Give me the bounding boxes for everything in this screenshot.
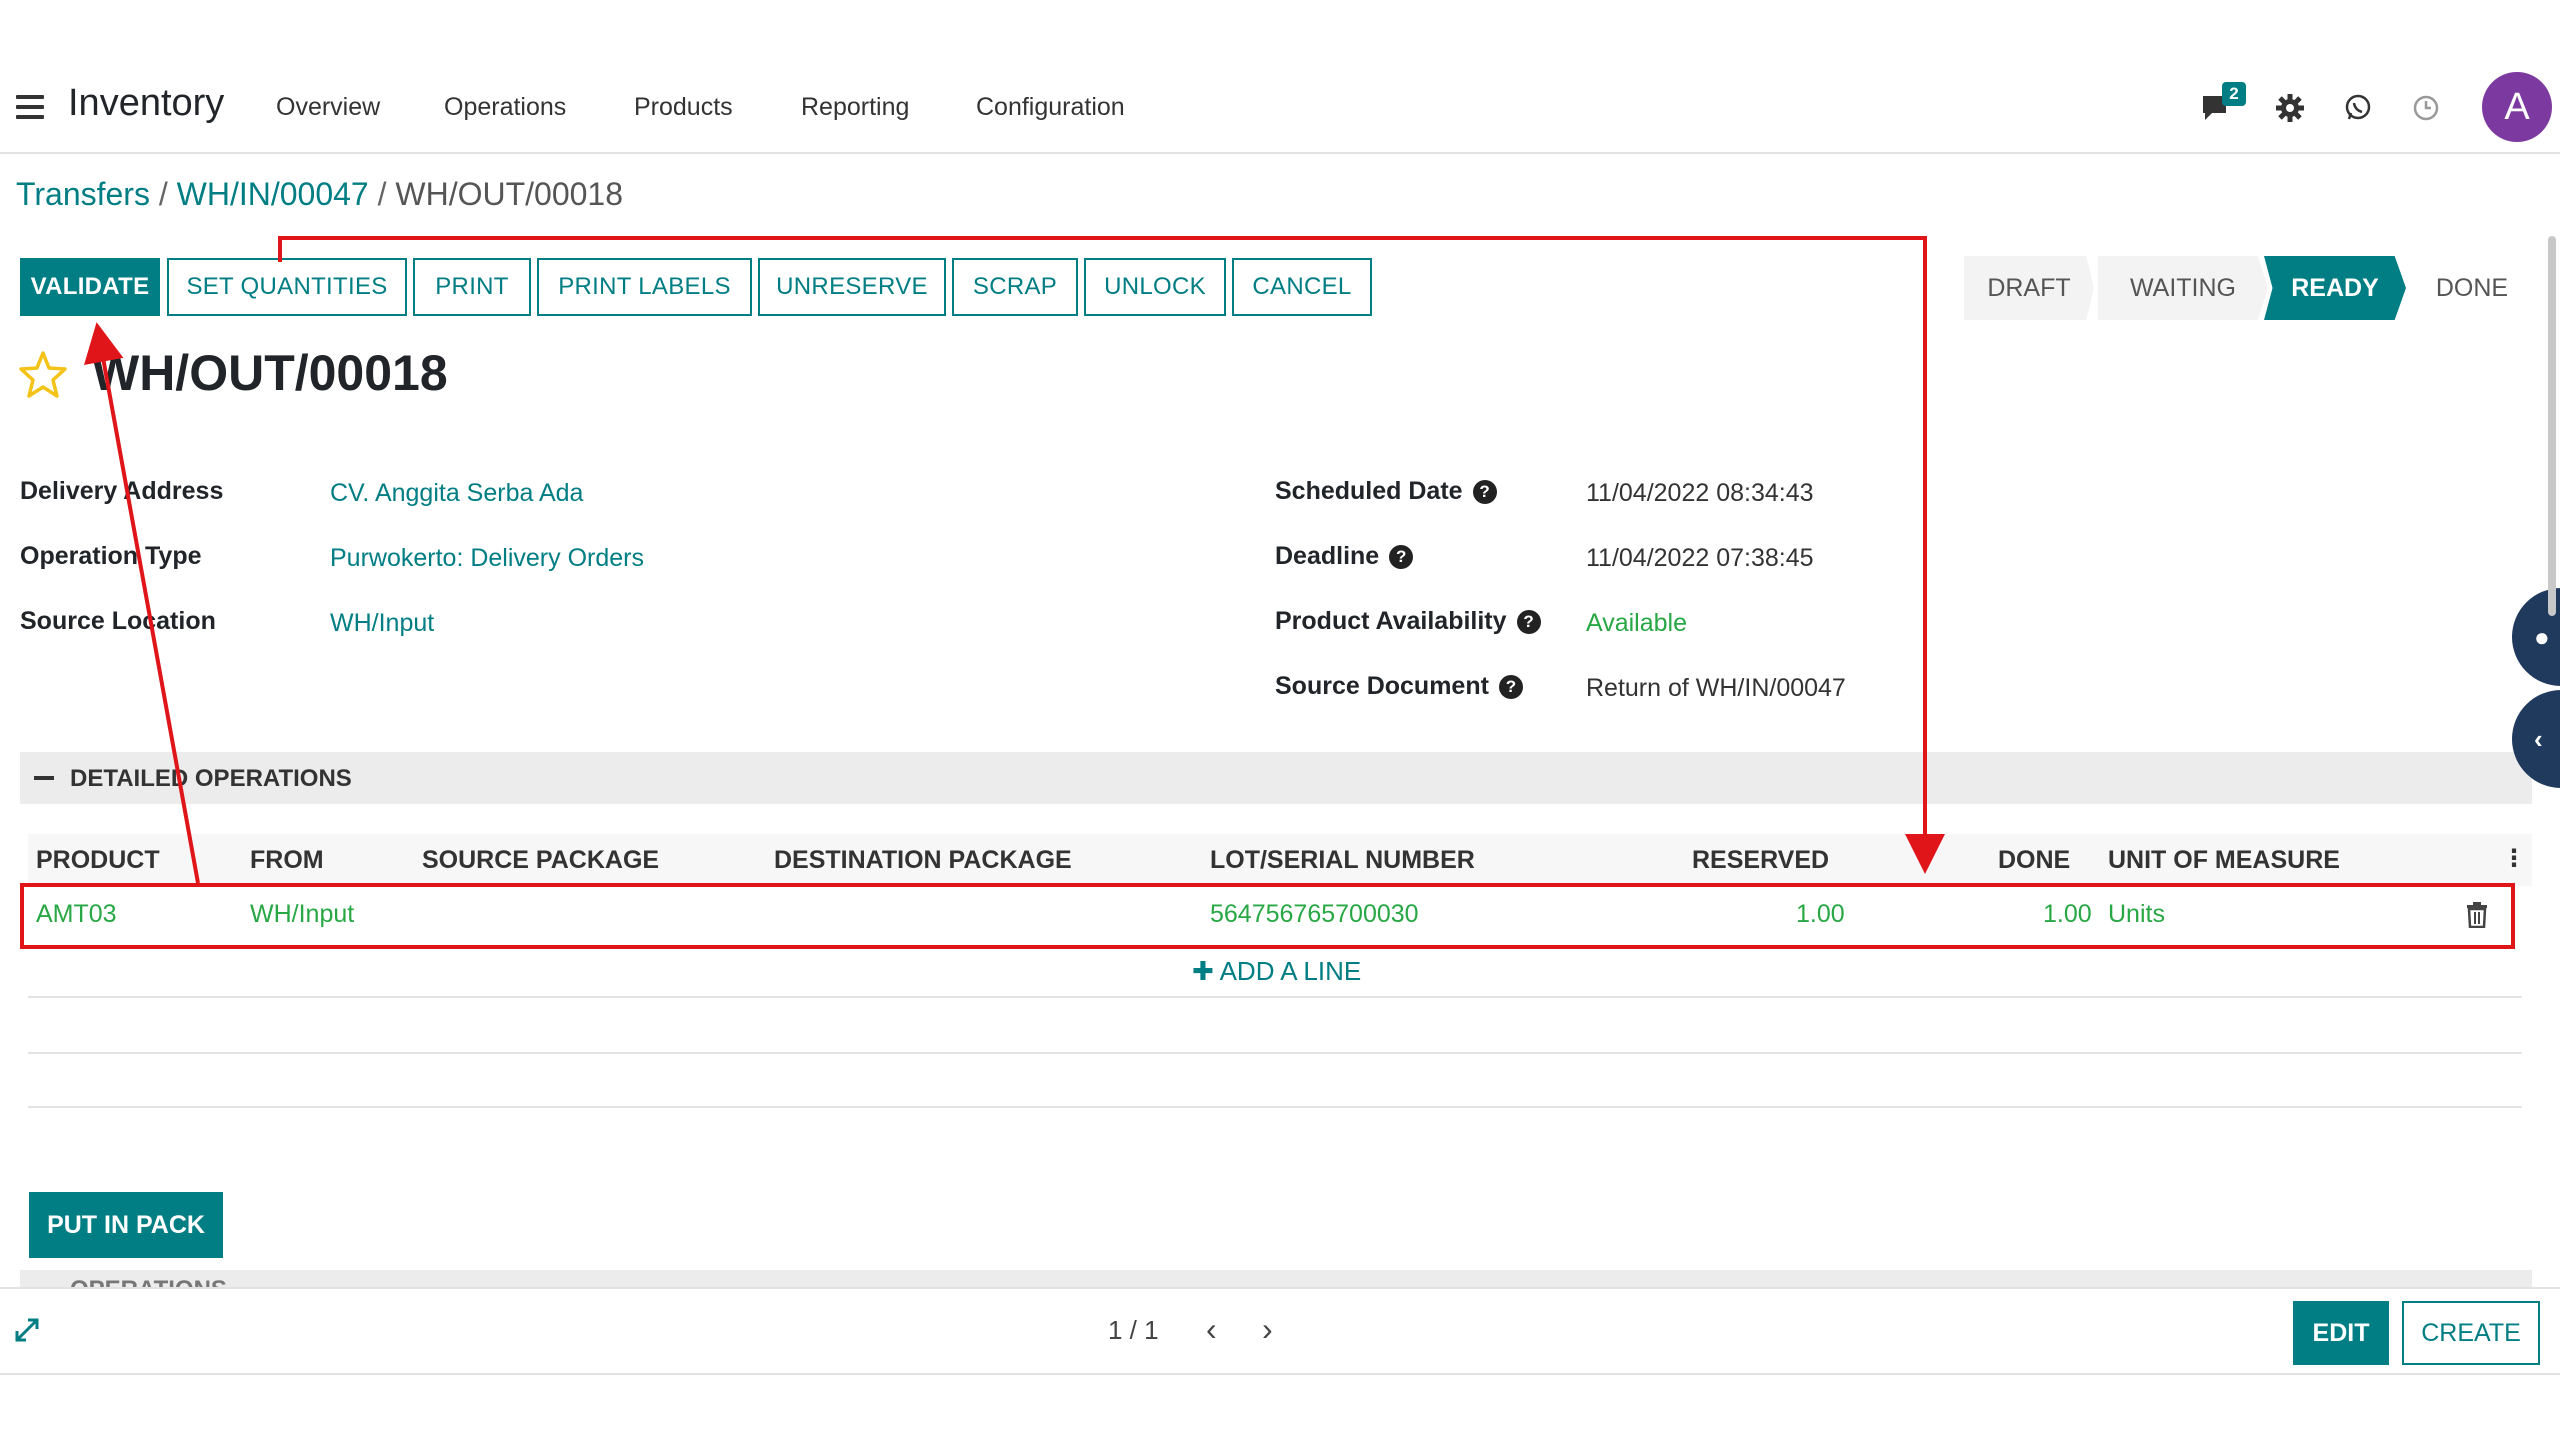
scrollbar[interactable] xyxy=(2548,236,2556,616)
question-circle-icon[interactable]: ? xyxy=(1472,480,1497,504)
kebab-icon[interactable]: ⋮ xyxy=(2502,844,2526,873)
deadline-label: Deadline? xyxy=(1275,542,1414,571)
add-line-label: ADD A LINE xyxy=(1219,956,1362,986)
scheduled-date-label-text: Scheduled Date xyxy=(1275,477,1463,505)
messages-badge: 2 xyxy=(2222,82,2246,106)
detailed-operations-section[interactable]: DETAILED OPERATIONS xyxy=(20,752,2532,804)
chevron-right-icon[interactable]: › xyxy=(1262,1311,1273,1348)
star-icon[interactable] xyxy=(18,350,68,400)
col-unit-of-measure[interactable]: UNIT OF MEASURE xyxy=(2108,846,2340,875)
gear-icon[interactable] xyxy=(2270,88,2310,128)
expand-icon[interactable] xyxy=(14,1317,40,1343)
breadcrumb-separator: / xyxy=(377,176,387,212)
source-location-value[interactable]: WH/Input xyxy=(330,609,434,638)
whatsapp-icon[interactable] xyxy=(2338,88,2378,128)
scheduled-date-value[interactable]: 11/04/2022 08:34:43 xyxy=(1586,479,1814,508)
breadcrumb: Transfers / WH/IN/00047 / WH/OUT/00018 xyxy=(16,176,623,213)
chevron-left-icon[interactable]: ‹ xyxy=(1206,1311,1217,1348)
unreserve-button[interactable]: UNRESERVE xyxy=(758,258,946,316)
col-lot-serial[interactable]: LOT/SERIAL NUMBER xyxy=(1210,846,1475,875)
status-done[interactable]: DONE xyxy=(2410,256,2534,320)
highlighted-row-annotation xyxy=(20,883,2515,949)
chat-icon: ● xyxy=(2534,621,2550,652)
deadline-label-text: Deadline xyxy=(1275,542,1380,570)
col-from[interactable]: FROM xyxy=(250,846,324,875)
question-circle-icon[interactable]: ? xyxy=(1498,675,1523,699)
product-availability-label: Product Availability? xyxy=(1275,607,1541,636)
set-quantities-button[interactable]: SET QUANTITIES xyxy=(167,258,407,316)
record-title: WH/OUT/00018 xyxy=(92,345,448,401)
deadline-value[interactable]: 11/04/2022 07:38:45 xyxy=(1586,544,1814,573)
status-draft[interactable]: DRAFT xyxy=(1964,256,2094,320)
operation-type-label: Operation Type xyxy=(20,542,202,570)
operation-type-value[interactable]: Purwokerto: Delivery Orders xyxy=(330,544,644,573)
put-in-pack-button[interactable]: PUT IN PACK xyxy=(29,1192,223,1258)
unlock-button[interactable]: UNLOCK xyxy=(1084,258,1226,316)
add-line-link[interactable]: ✚ ADD A LINE xyxy=(1192,956,1361,987)
chevron-left-icon: ‹ xyxy=(2534,723,2543,754)
hamburger-icon[interactable] xyxy=(16,95,44,119)
menu-reporting[interactable]: Reporting xyxy=(801,93,909,122)
status-waiting[interactable]: WAITING xyxy=(2098,256,2268,320)
pager-value[interactable]: 1 / 1 xyxy=(1108,1315,1159,1346)
row-divider xyxy=(28,1052,2522,1054)
question-circle-icon[interactable]: ? xyxy=(1516,610,1541,634)
col-source-package[interactable]: SOURCE PACKAGE xyxy=(422,846,659,875)
row-divider xyxy=(28,996,2522,998)
table-header: PRODUCT FROM SOURCE PACKAGE DESTINATION … xyxy=(28,834,2532,886)
bottom-bar: 1 / 1 ‹ › EDIT CREATE xyxy=(0,1287,2560,1375)
minus-icon[interactable] xyxy=(34,776,54,780)
col-product[interactable]: PRODUCT xyxy=(36,846,160,875)
clock-icon[interactable] xyxy=(2406,88,2446,128)
menu-overview[interactable]: Overview xyxy=(276,93,380,122)
col-reserved[interactable]: RESERVED xyxy=(1692,846,1829,875)
col-destination-package[interactable]: DESTINATION PACKAGE xyxy=(774,846,1072,875)
breadcrumb-receipt[interactable]: WH/IN/00047 xyxy=(177,176,369,212)
print-labels-button[interactable]: PRINT LABELS xyxy=(537,258,752,316)
status-ready[interactable]: READY xyxy=(2264,256,2406,320)
user-avatar[interactable]: A xyxy=(2482,72,2552,142)
delivery-address-label: Delivery Address xyxy=(20,477,224,505)
section-title: DETAILED OPERATIONS xyxy=(70,765,352,792)
product-availability-value: Available xyxy=(1586,609,1688,637)
plus-icon: ✚ xyxy=(1192,956,1214,986)
print-button[interactable]: PRINT xyxy=(413,258,531,316)
validate-button[interactable]: VALIDATE xyxy=(20,258,160,316)
top-navbar: Inventory Overview Operations Products R… xyxy=(0,60,2560,154)
menu-configuration[interactable]: Configuration xyxy=(976,93,1125,122)
scrap-button[interactable]: SCRAP xyxy=(952,258,1078,316)
row-divider xyxy=(28,1106,2522,1108)
breadcrumb-current: WH/OUT/00018 xyxy=(395,176,623,212)
edit-button[interactable]: EDIT xyxy=(2293,1301,2389,1365)
source-document-label: Source Document? xyxy=(1275,672,1523,701)
col-done[interactable]: DONE xyxy=(1998,846,2070,875)
menu-products[interactable]: Products xyxy=(634,93,733,122)
create-button[interactable]: CREATE xyxy=(2402,1301,2540,1365)
cancel-button[interactable]: CANCEL xyxy=(1232,258,1372,316)
app-title[interactable]: Inventory xyxy=(68,82,224,125)
scheduled-date-label: Scheduled Date? xyxy=(1275,477,1497,506)
breadcrumb-transfers[interactable]: Transfers xyxy=(16,176,150,212)
product-availability-label-text: Product Availability xyxy=(1275,607,1507,635)
annotation-overlay xyxy=(84,236,1945,884)
source-location-label: Source Location xyxy=(20,607,216,635)
source-document-value[interactable]: Return of WH/IN/00047 xyxy=(1586,674,1846,703)
question-circle-icon[interactable]: ? xyxy=(1389,545,1414,569)
source-document-label-text: Source Document xyxy=(1275,672,1489,700)
delivery-address-value[interactable]: CV. Anggita Serba Ada xyxy=(330,479,583,508)
breadcrumb-separator: / xyxy=(158,176,168,212)
menu-operations[interactable]: Operations xyxy=(444,93,566,122)
